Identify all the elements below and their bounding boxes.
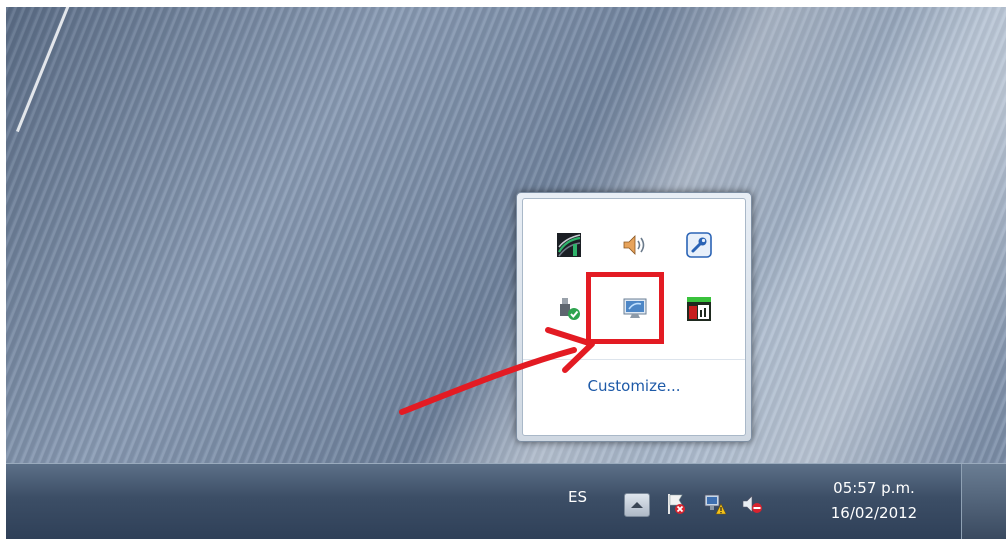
network-warning-icon[interactable]	[702, 492, 727, 516]
up-arrow-icon	[631, 502, 643, 508]
display-settings-icon[interactable]	[621, 295, 649, 323]
popup-divider	[523, 359, 745, 360]
monitor-chart-icon[interactable]	[685, 295, 713, 323]
language-indicator[interactable]: ES	[568, 488, 587, 506]
action-center-flag-icon[interactable]	[664, 492, 688, 516]
volume-muted-icon[interactable]	[740, 492, 764, 516]
show-hidden-icons-button[interactable]	[624, 493, 650, 517]
clock-date: 16/02/2012	[830, 504, 918, 522]
wireless-signal-icon[interactable]	[555, 231, 583, 259]
overflow-icon-area: Customize...	[522, 198, 746, 436]
notification-overflow-popup: Customize...	[516, 192, 752, 442]
wrench-settings-icon[interactable]	[685, 231, 713, 259]
customize-link[interactable]: Customize...	[523, 377, 745, 395]
volume-icon[interactable]	[621, 231, 649, 259]
clock-time: 05:57 p.m.	[833, 479, 915, 497]
taskbar: ES 05:57 p.m. 16/02/2012	[6, 463, 1006, 539]
safely-remove-usb-icon[interactable]	[555, 295, 583, 323]
system-clock[interactable]: 05:57 p.m. 16/02/2012	[814, 476, 934, 526]
desktop-wallpaper	[6, 7, 1006, 463]
show-desktop-button[interactable]	[961, 464, 1006, 539]
wallpaper-streak	[16, 7, 75, 133]
